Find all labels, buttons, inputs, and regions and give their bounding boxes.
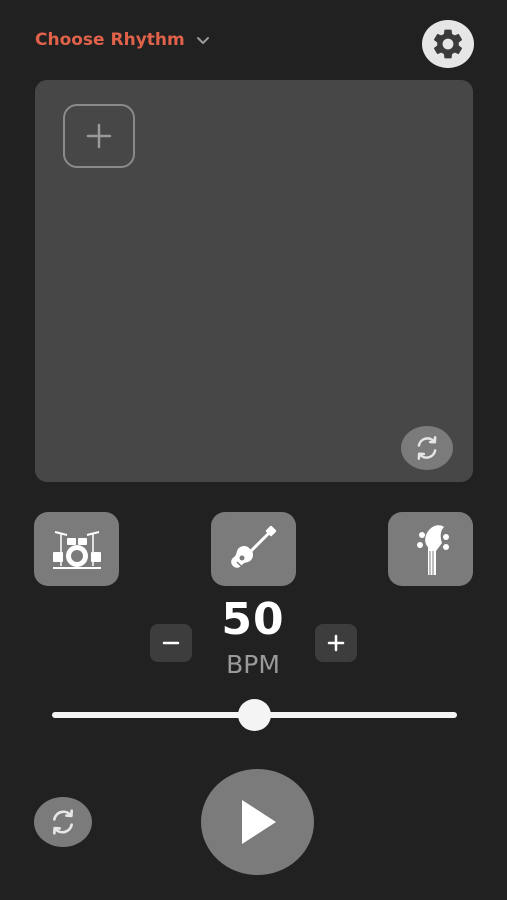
plus-icon (86, 123, 112, 149)
refresh-icon (417, 436, 437, 460)
settings-button[interactable] (422, 20, 474, 68)
tempo-decrement-button[interactable] (150, 624, 192, 662)
guitar-icon (230, 525, 276, 569)
chevron-down-icon (196, 37, 209, 44)
drums-button[interactable] (34, 512, 119, 586)
drum-kit-icon (52, 531, 101, 569)
add-pattern-button[interactable] (63, 104, 135, 168)
bass-button[interactable] (388, 512, 473, 586)
play-icon (241, 800, 276, 844)
play-button[interactable] (201, 769, 314, 875)
rhythm-selector[interactable]: Choose Rhythm (35, 30, 211, 50)
reset-button[interactable] (34, 797, 92, 847)
tempo-unit-label: BPM (226, 650, 280, 679)
plus-icon (327, 634, 345, 652)
pattern-pad[interactable] (35, 80, 473, 482)
guitar-button[interactable] (211, 512, 296, 586)
tempo-slider-thumb[interactable] (238, 699, 271, 731)
pad-refresh-button[interactable] (401, 426, 453, 470)
gear-icon (433, 29, 463, 59)
refresh-icon (53, 809, 73, 835)
bass-headstock-icon (416, 525, 449, 575)
tempo-increment-button[interactable] (315, 624, 357, 662)
minus-icon (162, 641, 180, 645)
tempo-value: 50 (221, 594, 285, 645)
rhythm-selector-label: Choose Rhythm (35, 30, 185, 50)
